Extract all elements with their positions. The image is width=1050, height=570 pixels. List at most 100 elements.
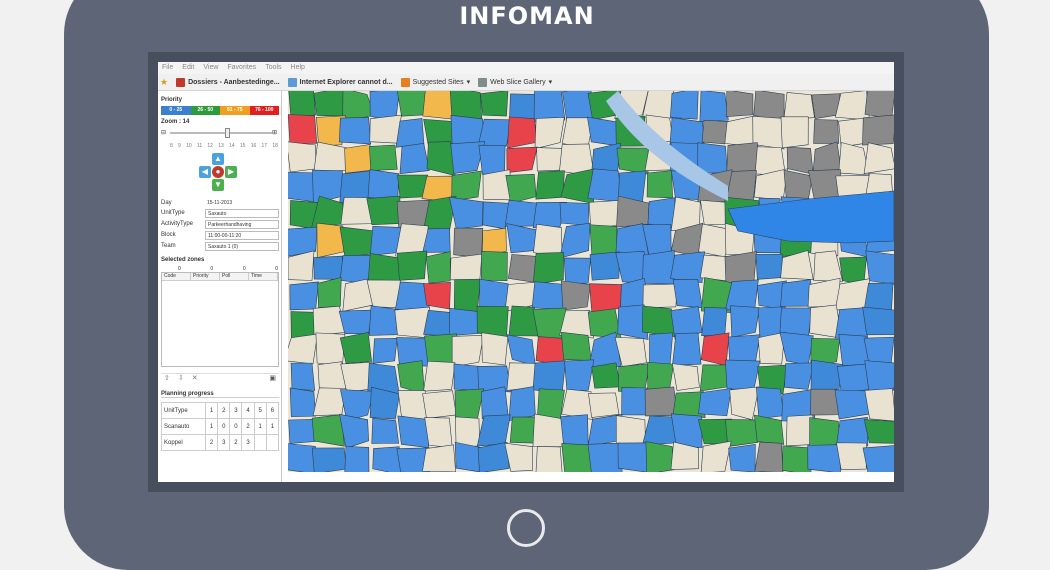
menu-help[interactable]: Help (291, 64, 305, 72)
map-zone[interactable] (507, 116, 537, 149)
zoom-in-icon[interactable]: ⊞ (272, 129, 277, 136)
map-zone[interactable] (809, 417, 841, 447)
map-zone[interactable] (642, 283, 678, 309)
favorite-web-slice[interactable]: Web Slice Gallery ▾ (478, 77, 552, 87)
map-zone[interactable] (316, 222, 345, 259)
favorite-ie-error[interactable]: Internet Explorer cannot d... (287, 77, 393, 87)
map-zone[interactable] (726, 142, 760, 174)
map-zone[interactable] (728, 443, 756, 472)
map-zone[interactable] (646, 170, 673, 199)
pan-down-icon[interactable]: ▼ (212, 179, 224, 191)
map-zone[interactable] (423, 360, 456, 392)
map-zone[interactable] (755, 253, 783, 280)
map-zone[interactable] (862, 114, 894, 146)
map-zone[interactable] (755, 386, 785, 420)
map-zone[interactable] (807, 444, 841, 472)
priority-bucket-critical[interactable]: 76 - 100 (249, 106, 279, 115)
map-zone[interactable] (423, 282, 451, 310)
map-zone[interactable] (561, 331, 592, 361)
map-zone[interactable] (481, 251, 508, 281)
map-zone[interactable] (371, 417, 400, 444)
map-zone[interactable] (369, 144, 398, 171)
map-zone[interactable] (834, 307, 869, 339)
map-zone[interactable] (647, 197, 677, 229)
map-zone[interactable] (477, 441, 510, 472)
map-zone[interactable] (587, 168, 623, 203)
field-unittype[interactable]: UnitType Saxauto (161, 209, 279, 219)
menu-view[interactable]: View (203, 64, 218, 72)
map-zone[interactable] (642, 250, 675, 285)
map-zone[interactable] (395, 118, 425, 148)
favorite-suggested-sites[interactable]: Suggested Sites ▾ (400, 77, 470, 87)
menu-edit[interactable]: Edit (182, 64, 194, 72)
map-zone[interactable] (561, 388, 593, 420)
map-zone[interactable] (863, 419, 894, 444)
priority-bucket-high[interactable]: 51 - 75 (220, 106, 250, 115)
map-zone[interactable] (864, 91, 894, 119)
map-zone[interactable] (290, 362, 316, 391)
map-zone[interactable] (289, 387, 317, 417)
zoom-out-icon[interactable]: ⊟ (161, 129, 166, 136)
map-zone[interactable] (561, 443, 592, 472)
map-zone[interactable] (587, 442, 623, 472)
map-zone[interactable] (424, 417, 453, 449)
map-zone[interactable] (288, 418, 317, 444)
map-zone[interactable] (482, 169, 512, 201)
team-select[interactable]: Saxauto 1 (0) (205, 242, 279, 251)
map-zone[interactable] (531, 281, 566, 310)
map-zone[interactable] (535, 170, 565, 200)
map-zone[interactable] (451, 334, 484, 368)
map-zone[interactable] (339, 226, 374, 257)
map-zone[interactable] (338, 309, 373, 334)
field-activitytype[interactable]: ActivityType Parkeerhandhaving (161, 220, 279, 230)
map-zone[interactable] (754, 441, 784, 472)
pan-left-icon[interactable]: ◀ (199, 166, 211, 178)
map-zone[interactable] (730, 305, 760, 338)
map-zone[interactable] (532, 413, 566, 447)
map-zone[interactable] (344, 446, 370, 472)
map-zone[interactable] (507, 254, 537, 283)
map-zone[interactable] (670, 91, 699, 120)
map-zone[interactable] (478, 144, 506, 175)
map-zone[interactable] (372, 338, 398, 364)
map-zone[interactable] (311, 414, 345, 447)
map-zone[interactable] (672, 278, 703, 309)
map-zone[interactable] (589, 283, 622, 313)
map-zone[interactable] (422, 390, 457, 419)
priority-bucket-medium[interactable]: 26 - 50 (190, 106, 220, 115)
map-zone[interactable] (644, 386, 678, 417)
map-zone[interactable] (862, 445, 894, 472)
field-block[interactable]: Block 11:00-00-11:20 (161, 231, 279, 241)
map-zone[interactable] (366, 195, 402, 226)
map-zone[interactable] (813, 119, 839, 144)
map-zone[interactable] (479, 91, 509, 117)
map-zone[interactable] (617, 442, 650, 472)
map-zone[interactable] (834, 91, 870, 121)
map-zone[interactable] (311, 447, 347, 472)
field-team[interactable]: Team Saxauto 1 (0) (161, 242, 279, 252)
map-zone[interactable] (289, 281, 319, 311)
map-zone[interactable] (642, 91, 674, 119)
map-zone[interactable] (339, 332, 372, 364)
map-zone[interactable] (422, 444, 456, 472)
map-zone[interactable] (782, 445, 812, 472)
map-zone[interactable] (480, 386, 509, 420)
pan-right-icon[interactable]: ▶ (225, 166, 237, 178)
map-zone[interactable] (588, 392, 620, 418)
map-zone[interactable] (697, 142, 728, 174)
map-zone[interactable] (508, 386, 536, 422)
map-zone[interactable] (700, 332, 730, 366)
map-zone[interactable] (591, 362, 621, 389)
map-zone[interactable] (589, 224, 618, 256)
map-zone[interactable] (724, 359, 761, 390)
map-zone[interactable] (454, 441, 482, 472)
zoom-slider-track[interactable] (170, 132, 272, 134)
map-zone[interactable] (810, 359, 843, 393)
map-zone[interactable] (864, 388, 894, 422)
save-icon[interactable]: ▣ (269, 374, 276, 383)
block-select[interactable]: 11:00-00-11:20 (205, 231, 279, 240)
map-zone[interactable] (701, 306, 728, 336)
map-zone[interactable] (338, 117, 372, 145)
zoom-slider-thumb[interactable] (225, 128, 230, 138)
map-zone[interactable] (288, 114, 318, 145)
